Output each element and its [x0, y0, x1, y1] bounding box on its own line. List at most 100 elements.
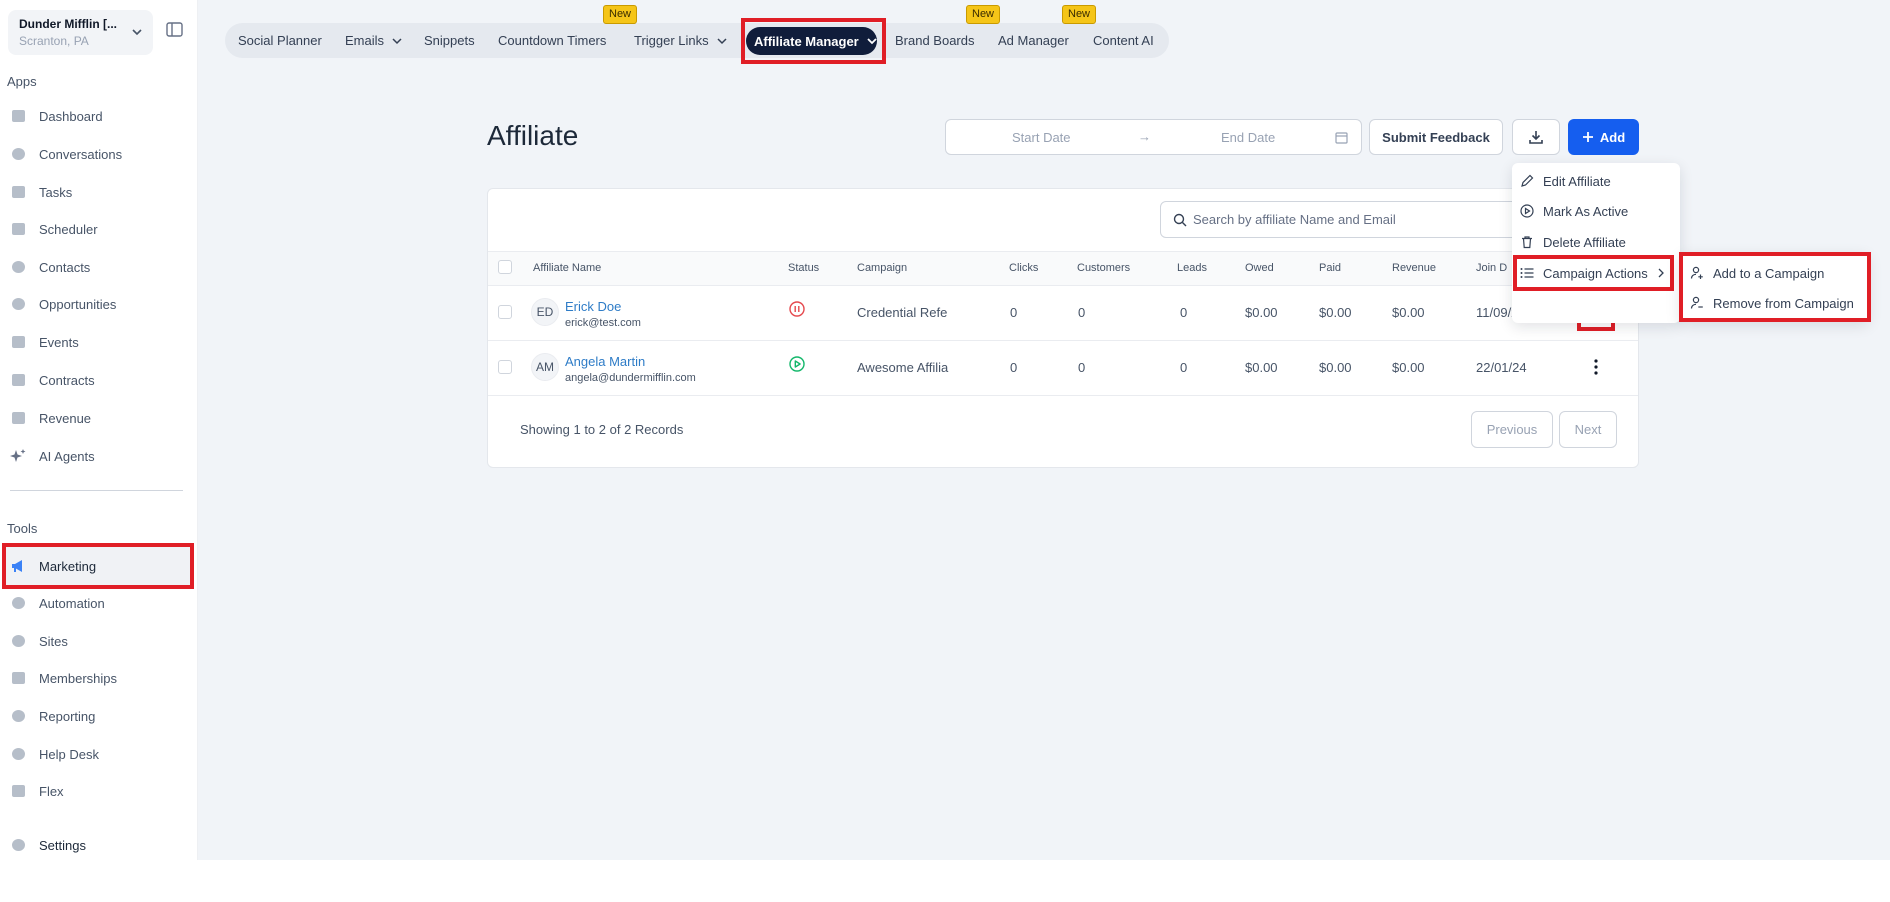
calendar-icon [1335, 132, 1348, 144]
sidebar-item-label: Memberships [39, 670, 118, 686]
tab-label: Social Planner [238, 33, 322, 48]
tab-content-ai[interactable]: Content AI [1093, 23, 1154, 58]
menu-item-delete-affiliate[interactable]: Delete Affiliate [1520, 231, 1626, 253]
sidebar-toggle-icon[interactable] [166, 22, 183, 37]
end-date-field[interactable]: End Date [1221, 130, 1275, 145]
previous-button[interactable]: Previous [1471, 411, 1553, 448]
sidebar-item-scheduler[interactable]: Scheduler [10, 216, 98, 242]
tab-social-planner[interactable]: Social Planner [238, 23, 322, 58]
column-header[interactable]: Affiliate Name [533, 262, 601, 274]
revenue-cell: $0.00 [1392, 360, 1425, 375]
sidebar-item-label: Automation [39, 595, 105, 611]
column-header[interactable]: Join D [1476, 262, 1507, 274]
column-header[interactable]: Paid [1319, 262, 1341, 274]
group-icon [10, 670, 26, 686]
tab-ad-manager[interactable]: Ad Manager [998, 23, 1069, 58]
campaign-cell: Credential Refe [857, 305, 948, 320]
active-status-icon [789, 356, 805, 372]
tab-countdown-timers[interactable]: Countdown Timers [498, 23, 606, 58]
clicks-cell: 0 [1010, 305, 1018, 320]
row-checkbox[interactable] [498, 360, 512, 374]
tab-emails[interactable]: Emails [345, 23, 402, 58]
menu-item-edit-affiliate[interactable]: Edit Affiliate [1520, 170, 1611, 192]
row-checkbox[interactable] [498, 305, 512, 319]
column-header[interactable]: Owed [1245, 262, 1274, 274]
sidebar-item-conversations[interactable]: Conversations [10, 141, 122, 167]
sidebar-item-label: Reporting [39, 708, 96, 724]
sidebar-item-label: Settings [39, 837, 86, 853]
tab-trigger-links[interactable]: Trigger Links [634, 23, 727, 58]
sidebar-item-ai-agents[interactable]: AI Agents [10, 443, 95, 469]
column-header[interactable]: Status [788, 262, 819, 274]
apps-section-label: Apps [7, 74, 37, 89]
next-button[interactable]: Next [1559, 411, 1617, 448]
search-input[interactable]: Search by affiliate Name and Email [1160, 201, 1520, 238]
sidebar-item-opportunities[interactable]: Opportunities [10, 291, 116, 317]
menu-item-label: Edit Affiliate [1543, 173, 1611, 189]
column-header[interactable]: Leads [1177, 262, 1207, 274]
sidebar-item-label: Flex [39, 783, 64, 799]
tab-label: Snippets [424, 33, 475, 48]
sidebar-item-label: Conversations [39, 146, 123, 162]
pencil-icon [1521, 174, 1534, 187]
sidebar-item-dashboard[interactable]: Dashboard [10, 103, 103, 129]
sidebar-item-label: Opportunities [39, 296, 117, 312]
submenu-highlight [1679, 252, 1871, 322]
sidebar-item-flex[interactable]: Flex [10, 778, 64, 804]
tab-label: Emails [345, 33, 385, 48]
sidebar-item-label: AI Agents [39, 448, 95, 464]
row-divider [488, 395, 1638, 396]
new-badge: New [1062, 5, 1097, 24]
sidebar-item-memberships[interactable]: Memberships [10, 665, 117, 691]
column-header[interactable]: Campaign [857, 262, 907, 274]
sidebar-item-settings[interactable]: Settings [10, 832, 86, 858]
column-header[interactable]: Clicks [1009, 262, 1038, 274]
gears-icon [10, 595, 26, 611]
sidebar-item-label: Scheduler [39, 221, 98, 237]
sidebar-item-label: Revenue [39, 410, 92, 426]
sidebar-item-contracts[interactable]: Contracts [10, 367, 95, 393]
date-range-picker[interactable]: Start Date → End Date [945, 119, 1362, 155]
chat-icon [10, 146, 26, 162]
arrow-right-icon: → [1138, 129, 1151, 144]
sidebar-item-help-desk[interactable]: Help Desk [10, 741, 99, 767]
affiliate-name-link[interactable]: Angela Martin [565, 354, 645, 369]
add-button[interactable]: Add [1568, 119, 1639, 155]
affiliate-name-link[interactable]: Erick Doe [565, 299, 621, 314]
menu-item-mark-as-active[interactable]: Mark As Active [1520, 200, 1628, 222]
sidebar-item-marketing[interactable]: Marketing [10, 553, 96, 579]
events-icon [10, 334, 26, 350]
select-all-checkbox[interactable] [498, 260, 512, 274]
tab-label: Brand Boards [895, 33, 975, 48]
plus-icon [1582, 132, 1593, 142]
calendar-icon [10, 221, 26, 237]
start-date-field[interactable]: Start Date [1012, 130, 1071, 145]
sidebar-item-label: Contracts [39, 372, 95, 388]
sidebar-item-events[interactable]: Events [10, 329, 79, 355]
tab-snippets[interactable]: Snippets [424, 23, 475, 58]
chevron-down-icon [717, 37, 727, 44]
download-button[interactable] [1512, 119, 1560, 155]
sidebar-item-reporting[interactable]: Reporting [10, 703, 95, 729]
more-actions-icon[interactable] [1594, 359, 1598, 375]
sidebar-item-automation[interactable]: Automation [10, 590, 105, 616]
account-switcher[interactable]: Dunder Mifflin [... Scranton, PA [8, 10, 153, 55]
sidebar-item-sites[interactable]: Sites [10, 628, 68, 654]
column-header[interactable]: Customers [1077, 262, 1130, 274]
help-icon [10, 746, 26, 762]
sidebar-item-revenue[interactable]: Revenue [10, 405, 91, 431]
submit-feedback-button[interactable]: Submit Feedback [1369, 119, 1503, 155]
join-date-cell: 22/01/24 [1476, 360, 1527, 375]
table-header [488, 251, 1638, 286]
tab-label: Ad Manager [998, 33, 1069, 48]
gear-icon [10, 837, 26, 853]
menu-item-label: Delete Affiliate [1543, 234, 1626, 250]
document-icon [10, 372, 26, 388]
tab-brand-boards[interactable]: Brand Boards [895, 23, 975, 58]
owed-cell: $0.00 [1245, 360, 1278, 375]
sidebar-item-tasks[interactable]: Tasks [10, 179, 72, 205]
globe-icon [10, 633, 26, 649]
sidebar-item-label: Dashboard [39, 108, 103, 124]
column-header[interactable]: Revenue [1392, 262, 1436, 274]
sidebar-item-contacts[interactable]: Contacts [10, 254, 90, 280]
